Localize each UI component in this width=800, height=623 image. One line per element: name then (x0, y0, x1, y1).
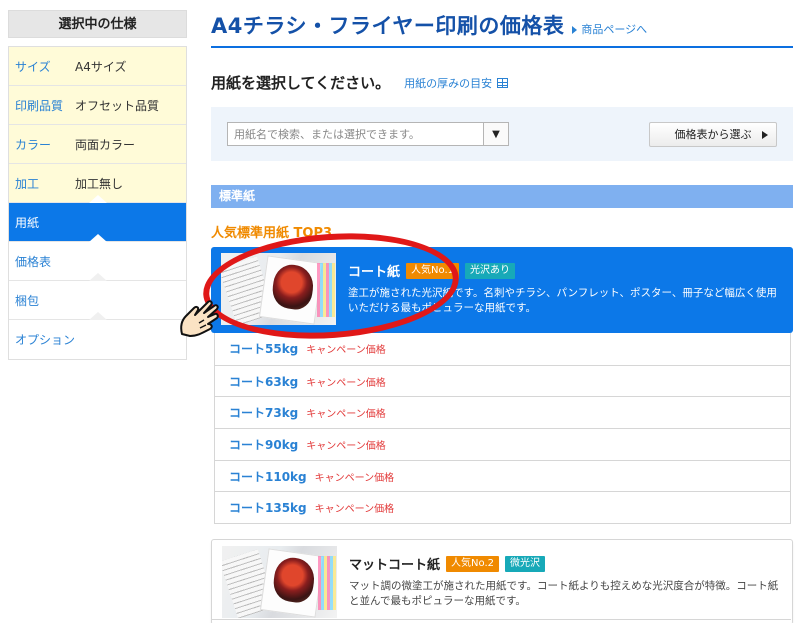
divider (211, 619, 791, 620)
sidebar-item-processing[interactable]: 加工 加工無し (9, 164, 186, 203)
weight-name: コート63kg (229, 374, 299, 389)
weight-name: コート90kg (229, 437, 299, 452)
step-notch (88, 195, 107, 203)
weight-name: コート73kg (229, 406, 299, 421)
sidebar-item-key: 印刷品質 (15, 98, 64, 113)
paper-card-coat[interactable]: コート紙 人気No.1 光沢あり 塗工が施された光沢紙です。名刺やチラシ、パンフ… (211, 247, 793, 333)
campaign-label: キャンペーン価格 (306, 377, 386, 389)
paper-name: コート紙 (348, 265, 401, 280)
top3-title: 人気標準用紙 TOP3 (211, 226, 333, 241)
spec-list: サイズ A4サイズ 印刷品質 オフセット品質 カラー 両面カラー 加工 加工無し… (8, 46, 187, 360)
product-page-link[interactable]: 商品ページへ (572, 21, 647, 37)
paper-search-input[interactable] (227, 122, 484, 146)
play-arrow-icon (762, 130, 768, 139)
triangle-right-icon (572, 26, 578, 34)
paper-name: マットコート紙 (349, 558, 441, 574)
spec-sidebar: 選択中の仕様 サイズ A4サイズ 印刷品質 オフセット品質 カラー 両面カラー … (8, 10, 187, 360)
section-standard-paper: 標準紙 (211, 185, 793, 208)
step-notch (88, 273, 107, 281)
page-header: A4チラシ・フライヤー印刷の価格表 商品ページへ (211, 10, 793, 48)
finish-badge: 光沢あり (464, 262, 515, 279)
paper-description: マット調の微塗工が施された用紙です。コート紙よりも控えめな光沢度合が特徴。コート… (349, 580, 779, 608)
paper-select-header: 用紙を選択してください。 用紙の厚みの目安 (211, 72, 793, 93)
sidebar-item-value: 加工無し (75, 176, 124, 191)
main-content: A4チラシ・フライヤー印刷の価格表 商品ページへ 用紙を選択してください。 用紙… (211, 10, 793, 623)
weight-option-coat110[interactable]: コート110kg キャンペーン価格 (215, 459, 790, 492)
step-notch (88, 234, 107, 242)
weight-name: コート110kg (229, 469, 307, 484)
sidebar-item-key: サイズ (15, 59, 51, 74)
sidebar-item-print-quality[interactable]: 印刷品質 オフセット品質 (9, 86, 186, 125)
finish-badge: 微光沢 (504, 555, 545, 572)
paper-combobox: ▼ (227, 122, 509, 146)
weight-option-coat135[interactable]: コート135kg キャンペーン価格 (215, 491, 790, 524)
paper-card-body: コート紙 人気No.1 光沢あり 塗工が施された光沢紙です。名刺やチラシ、パンフ… (348, 253, 783, 327)
sidebar-title: 選択中の仕様 (8, 10, 187, 38)
weight-option-coat55[interactable]: コート55kg キャンペーン価格 (215, 333, 790, 365)
sidebar-item-price-table[interactable]: 価格表 (9, 242, 186, 281)
dropdown-toggle[interactable]: ▼ (484, 122, 509, 146)
paper-description: 塗工が施された光沢紙です。名刺やチラシ、パンフレット、ポスター、冊子など幅広く使… (348, 287, 777, 314)
sidebar-item-paper[interactable]: 用紙 (9, 203, 186, 242)
sidebar-item-key: 用紙 (15, 215, 40, 230)
paper-search-panel: ▼ 価格表から選ぶ (211, 107, 793, 161)
rank-badge: 人気No.1 (406, 262, 459, 279)
weight-option-coat90[interactable]: コート90kg キャンペーン価格 (215, 428, 790, 460)
paper-thumbnail (221, 253, 336, 325)
sidebar-item-key: 梱包 (15, 293, 40, 308)
sidebar-item-color[interactable]: カラー 両面カラー (9, 125, 186, 164)
sidebar-item-value: オフセット品質 (75, 98, 160, 113)
sidebar-item-key: オプション (15, 333, 76, 347)
sidebar-item-size[interactable]: サイズ A4サイズ (9, 47, 186, 86)
paper-card-title-row: コート紙 人気No.1 光沢あり (348, 261, 783, 280)
paper-card-title-row: マットコート紙 人気No.2 微光沢 (349, 554, 782, 573)
paper-card-matte-coat[interactable]: マットコート紙 人気No.2 微光沢 マット調の微塗工が施された用紙です。コート… (211, 539, 793, 623)
step-notch (88, 312, 107, 320)
campaign-label: キャンペーン価格 (306, 440, 386, 452)
product-page-link-label: 商品ページへ (581, 23, 648, 36)
campaign-label: キャンペーン価格 (314, 504, 395, 516)
sidebar-item-value: A4サイズ (75, 59, 127, 74)
paper-thumbnail (222, 546, 337, 619)
page-title: A4チラシ・フライヤー印刷の価格表 (211, 14, 565, 38)
sidebar-item-key: 価格表 (15, 254, 52, 269)
table-icon (497, 77, 509, 88)
campaign-label: キャンペーン価格 (314, 472, 395, 484)
choose-from-price-table-button[interactable]: 価格表から選ぶ (649, 121, 777, 147)
sidebar-item-value: 両面カラー (75, 137, 136, 152)
rank-badge: 人気No.2 (446, 555, 499, 572)
sidebar-item-options[interactable]: オプション (9, 320, 186, 359)
weight-option-coat73[interactable]: コート73kg キャンペーン価格 (215, 396, 790, 429)
paper-card-body: マットコート紙 人気No.2 微光沢 マット調の微塗工が施された用紙です。コート… (349, 546, 782, 618)
weight-option-coat63[interactable]: コート63kg キャンペーン価格 (215, 364, 790, 397)
coat-weight-list: コート55kg キャンペーン価格 コート63kg キャンペーン価格 コート73k… (214, 333, 791, 525)
sidebar-item-packing[interactable]: 梱包 (9, 281, 186, 320)
campaign-label: キャンペーン価格 (306, 409, 386, 421)
thickness-guide-link[interactable]: 用紙の厚みの目安 (404, 75, 509, 91)
thumbnail-color-bar (318, 556, 336, 611)
paper-select-title: 用紙を選択してください。 (211, 74, 391, 92)
sidebar-item-key: カラー (15, 137, 52, 152)
choose-from-price-table-label: 価格表から選ぶ (674, 128, 752, 141)
thumbnail-color-bar (317, 263, 335, 317)
campaign-label: キャンペーン価格 (306, 345, 386, 357)
sidebar-item-key: 加工 (15, 176, 40, 191)
weight-name: コート55kg (229, 342, 299, 357)
thickness-guide-label: 用紙の厚みの目安 (404, 76, 493, 90)
weight-name: コート135kg (229, 501, 307, 516)
